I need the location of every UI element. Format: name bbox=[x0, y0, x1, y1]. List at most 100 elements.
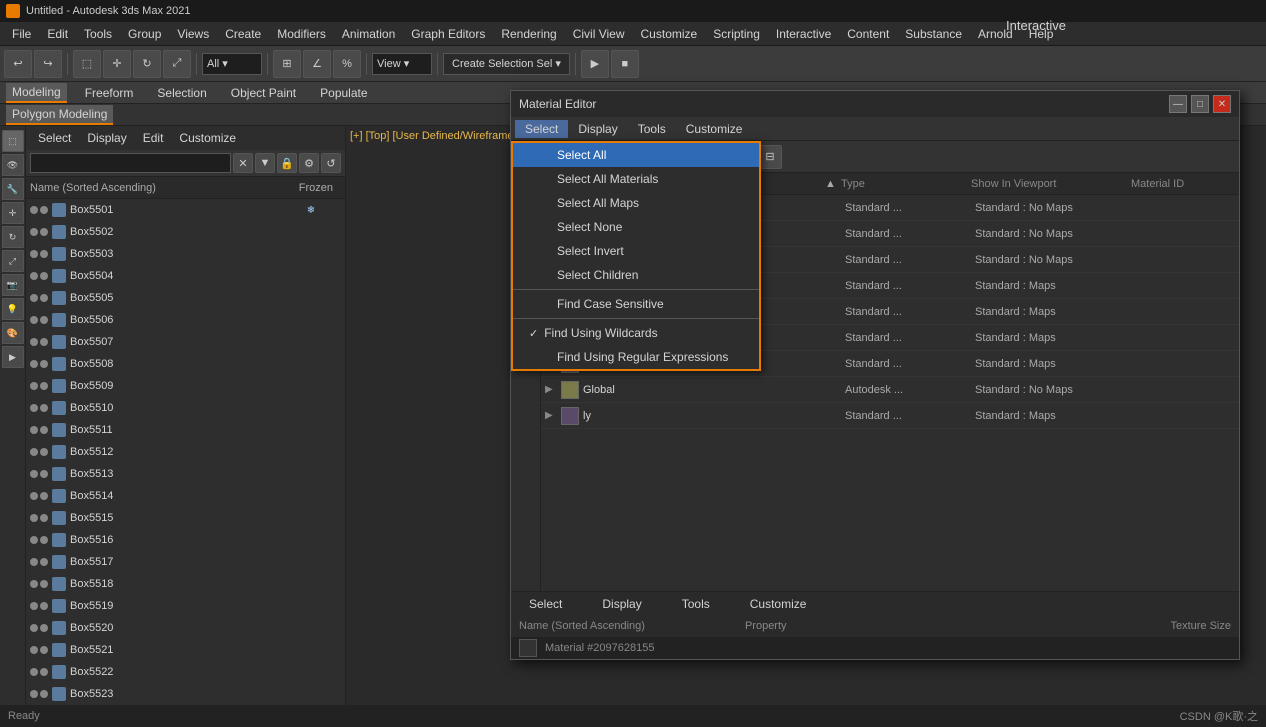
dropdown-item-select-all-materials[interactable]: Select All Materials bbox=[513, 167, 759, 191]
menu-item-edit[interactable]: Edit bbox=[39, 25, 76, 43]
side-icon-camera[interactable]: 📷 bbox=[2, 274, 24, 296]
list-item[interactable]: Box5514 bbox=[26, 485, 345, 507]
list-item[interactable]: Box5519 bbox=[26, 595, 345, 617]
me-toolbar-btn10[interactable]: ⊟ bbox=[758, 145, 782, 169]
side-icon-scale[interactable]: ⤢ bbox=[2, 250, 24, 272]
list-item[interactable]: Box5506 bbox=[26, 309, 345, 331]
settings-btn[interactable]: ⚙ bbox=[299, 153, 319, 173]
menu-item-group[interactable]: Group bbox=[120, 25, 169, 43]
material-row[interactable]: ▶ Global Autodesk ... Standard : No Maps bbox=[541, 377, 1239, 403]
dropdown-item-select-children[interactable]: Select Children bbox=[513, 263, 759, 287]
list-item[interactable]: Box5507 bbox=[26, 331, 345, 353]
menu-item-create[interactable]: Create bbox=[217, 25, 269, 43]
me-maximize-btn[interactable]: □ bbox=[1191, 95, 1209, 113]
menu-item-customize[interactable]: Customize bbox=[633, 25, 706, 43]
menu-item-civil view[interactable]: Civil View bbox=[565, 25, 633, 43]
tab-objectpaint[interactable]: Object Paint bbox=[225, 84, 302, 102]
side-icon-rotate[interactable]: ↻ bbox=[2, 226, 24, 248]
lp-tab-select[interactable]: Select bbox=[30, 129, 79, 147]
menu-item-interactive[interactable]: Interactive bbox=[768, 25, 839, 43]
me-menu-tools[interactable]: Tools bbox=[628, 120, 676, 138]
list-item[interactable]: Box5502 bbox=[26, 221, 345, 243]
list-item[interactable]: Box5523 bbox=[26, 683, 345, 705]
list-item[interactable]: Box5505 bbox=[26, 287, 345, 309]
view-dropdown[interactable]: View ▾ bbox=[372, 53, 432, 75]
percent-snap-btn[interactable]: % bbox=[333, 50, 361, 78]
sub-tab-polygon-modeling[interactable]: Polygon Modeling bbox=[6, 105, 113, 125]
tab-freeform[interactable]: Freeform bbox=[79, 84, 140, 102]
material-row[interactable]: ▶ ly Standard ... Standard : Maps bbox=[541, 403, 1239, 429]
tab-selection[interactable]: Selection bbox=[151, 84, 212, 102]
list-item[interactable]: Box5520 bbox=[26, 617, 345, 639]
redo-btn[interactable]: ↪ bbox=[34, 50, 62, 78]
side-icon-move[interactable]: ✛ bbox=[2, 202, 24, 224]
dropdown-item-find-case-sensitive[interactable]: Find Case Sensitive bbox=[513, 292, 759, 316]
tab-modeling[interactable]: Modeling bbox=[6, 83, 67, 103]
me-close-btn[interactable]: ✕ bbox=[1213, 95, 1231, 113]
rotate-btn[interactable]: ↻ bbox=[133, 50, 161, 78]
dropdown-item-select-all[interactable]: Select All bbox=[513, 143, 759, 167]
lp-tab-edit[interactable]: Edit bbox=[135, 129, 172, 147]
me-bottom-tools[interactable]: Tools bbox=[672, 595, 720, 613]
snap-btn[interactable]: ⊞ bbox=[273, 50, 301, 78]
list-item[interactable]: Box5504 bbox=[26, 265, 345, 287]
side-icon-light[interactable]: 💡 bbox=[2, 298, 24, 320]
object-list[interactable]: Box5501 ❄ Box5502 Box5503 Box5 bbox=[26, 199, 345, 727]
side-icon-render[interactable]: ▶ bbox=[2, 346, 24, 368]
menu-item-content[interactable]: Content bbox=[839, 25, 897, 43]
undo-btn[interactable]: ↩ bbox=[4, 50, 32, 78]
menu-item-views[interactable]: Views bbox=[169, 25, 217, 43]
dropdown-item-select-invert[interactable]: Select Invert bbox=[513, 239, 759, 263]
side-icon-tools[interactable]: 🔧 bbox=[2, 178, 24, 200]
me-bottom-customize[interactable]: Customize bbox=[740, 595, 817, 613]
select-filter[interactable]: All ▾ bbox=[202, 53, 262, 75]
menu-item-animation[interactable]: Animation bbox=[334, 25, 403, 43]
lock-btn[interactable]: 🔒 bbox=[277, 153, 297, 173]
dropdown-item-select-none[interactable]: Select None bbox=[513, 215, 759, 239]
filter-btn[interactable]: ▼ bbox=[255, 153, 275, 173]
me-menu-select[interactable]: Select bbox=[515, 120, 568, 138]
scale-btn[interactable]: ⤢ bbox=[163, 50, 191, 78]
list-item[interactable]: Box5512 bbox=[26, 441, 345, 463]
dropdown-item-select-all-maps[interactable]: Select All Maps bbox=[513, 191, 759, 215]
scene-search-input[interactable] bbox=[30, 153, 231, 173]
menu-item-substance[interactable]: Substance bbox=[897, 25, 970, 43]
menu-item-modifiers[interactable]: Modifiers bbox=[269, 25, 334, 43]
me-menu-display[interactable]: Display bbox=[568, 120, 627, 138]
list-item[interactable]: Box5516 bbox=[26, 529, 345, 551]
list-item[interactable]: Box5517 bbox=[26, 551, 345, 573]
tab-populate[interactable]: Populate bbox=[314, 84, 373, 102]
refresh-btn[interactable]: ↺ bbox=[321, 153, 341, 173]
list-item[interactable]: Box5513 bbox=[26, 463, 345, 485]
menu-item-tools[interactable]: Tools bbox=[76, 25, 120, 43]
side-icon-material[interactable]: 🎨 bbox=[2, 322, 24, 344]
list-item[interactable]: Box5501 ❄ bbox=[26, 199, 345, 221]
render-btn[interactable]: ■ bbox=[611, 50, 639, 78]
menu-item-file[interactable]: File bbox=[4, 25, 39, 43]
me-minimize-btn[interactable]: — bbox=[1169, 95, 1187, 113]
me-bottom-display[interactable]: Display bbox=[592, 595, 651, 613]
list-item[interactable]: Box5510 bbox=[26, 397, 345, 419]
side-icon-display[interactable]: 👁 bbox=[2, 154, 24, 176]
list-item[interactable]: Box5509 bbox=[26, 375, 345, 397]
list-item[interactable]: Box5521 bbox=[26, 639, 345, 661]
menu-item-scripting[interactable]: Scripting bbox=[705, 25, 768, 43]
render-setup-btn[interactable]: ▶ bbox=[581, 50, 609, 78]
list-item[interactable]: Box5515 bbox=[26, 507, 345, 529]
list-item[interactable]: Box5518 bbox=[26, 573, 345, 595]
list-item[interactable]: Box5503 bbox=[26, 243, 345, 265]
list-item[interactable]: Box5508 bbox=[26, 353, 345, 375]
lp-tab-customize[interactable]: Customize bbox=[171, 129, 244, 147]
menu-item-rendering[interactable]: Rendering bbox=[493, 25, 564, 43]
list-item[interactable]: Box5522 bbox=[26, 661, 345, 683]
angle-snap-btn[interactable]: ∠ bbox=[303, 50, 331, 78]
menu-item-graph editors[interactable]: Graph Editors bbox=[403, 25, 493, 43]
dropdown-item-find-using-wildcards[interactable]: Find Using Wildcards bbox=[513, 321, 759, 345]
lp-tab-display[interactable]: Display bbox=[79, 129, 134, 147]
side-icon-select[interactable]: ⬚ bbox=[2, 130, 24, 152]
list-item[interactable]: Box5511 bbox=[26, 419, 345, 441]
me-bottom-select[interactable]: Select bbox=[519, 595, 572, 613]
dropdown-item-find-using-regular-expressions[interactable]: Find Using Regular Expressions bbox=[513, 345, 759, 369]
clear-search-btn[interactable]: ✕ bbox=[233, 153, 253, 173]
move-btn[interactable]: ✛ bbox=[103, 50, 131, 78]
